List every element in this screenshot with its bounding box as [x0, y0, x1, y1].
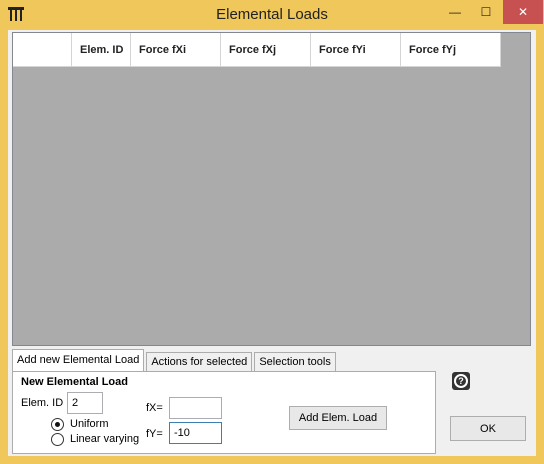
elem-id-label: Elem. ID: [21, 397, 64, 409]
maximize-button[interactable]: ☐: [472, 0, 500, 24]
radio-linear-varying-label[interactable]: Linear varying: [70, 433, 139, 445]
minimize-icon: —: [449, 5, 461, 19]
minimize-button[interactable]: —: [440, 0, 470, 24]
radio-uniform-label[interactable]: Uniform: [70, 418, 109, 430]
column-header-force-fxi[interactable]: Force fXi: [131, 33, 221, 67]
fx-input[interactable]: [169, 397, 222, 419]
maximize-icon: ☐: [480, 5, 492, 19]
column-header-elem-id[interactable]: Elem. ID: [72, 33, 131, 67]
help-icon[interactable]: ?: [452, 372, 470, 390]
fy-label: fY=: [146, 428, 163, 440]
elemental-loads-grid[interactable]: Elem. ID Force fXi Force fXj Force fYi F…: [12, 32, 531, 346]
tab-strip: Add new Elemental Load Actions for selec…: [12, 349, 338, 372]
title-bar[interactable]: Elemental Loads — ☐ ✕: [0, 0, 544, 30]
tab-add-new-elemental-load[interactable]: Add new Elemental Load: [12, 349, 145, 372]
tab-selection-tools[interactable]: Selection tools: [254, 352, 336, 372]
add-elemental-load-panel: New Elemental Load Elem. ID 2 Uniform Li…: [12, 371, 436, 454]
add-elem-load-button[interactable]: Add Elem. Load: [289, 406, 387, 430]
elem-id-input[interactable]: 2: [67, 392, 103, 414]
close-button[interactable]: ✕: [503, 0, 543, 24]
dialog-client-area: Elem. ID Force fXi Force fXj Force fYi F…: [8, 30, 536, 456]
fx-label: fX=: [146, 402, 163, 414]
question-mark-icon: ?: [454, 374, 468, 388]
column-header-force-fyj[interactable]: Force fYj: [401, 33, 501, 67]
column-header-force-fxj[interactable]: Force fXj: [221, 33, 311, 67]
ok-button[interactable]: OK: [450, 416, 526, 441]
column-header-force-fyi[interactable]: Force fYi: [311, 33, 401, 67]
radio-linear-varying[interactable]: [51, 433, 64, 446]
fy-input[interactable]: -10: [169, 422, 222, 444]
grid-row-header-corner[interactable]: [13, 33, 72, 67]
close-icon: ✕: [517, 5, 529, 19]
tab-actions-for-selected[interactable]: Actions for selected: [146, 352, 253, 372]
section-title: New Elemental Load: [21, 376, 128, 388]
radio-uniform[interactable]: [51, 418, 64, 431]
elemental-loads-window: Elemental Loads — ☐ ✕ Elem. ID Force fXi…: [0, 0, 544, 464]
grid-header-row: Elem. ID Force fXi Force fXj Force fYi F…: [13, 33, 501, 67]
radio-selected-dot: [55, 422, 60, 427]
